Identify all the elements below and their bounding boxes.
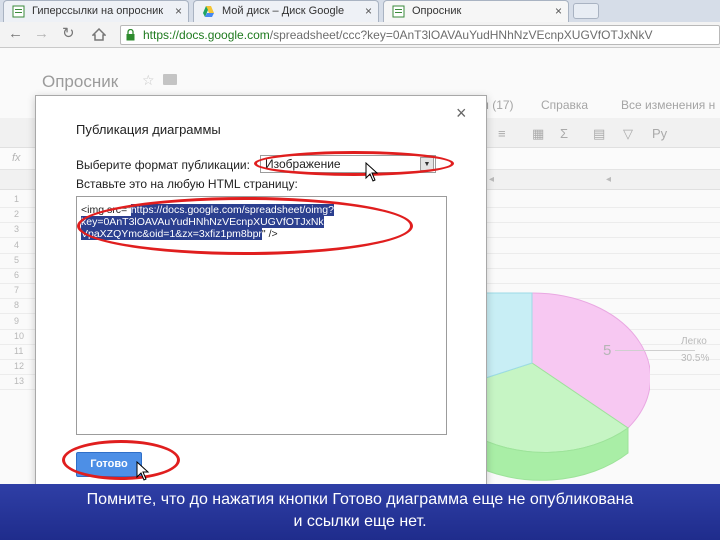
- border-icon[interactable]: ▦: [532, 126, 544, 142]
- legend-line: [615, 350, 695, 351]
- legend-name: Легко: [681, 336, 707, 347]
- row-number[interactable]: 7: [0, 285, 30, 295]
- legend-percent: 30.5%: [681, 353, 710, 364]
- drive-icon: [203, 6, 214, 17]
- column-menu-icon[interactable]: ◂: [489, 174, 494, 185]
- annotation-oval-url: [77, 197, 413, 255]
- browser-toolbar: ← → ↻ https://docs.google.com/spreadshee…: [0, 22, 720, 48]
- folder-icon[interactable]: [163, 74, 177, 85]
- sheets-icon: [12, 5, 25, 18]
- mouse-cursor-icon: [365, 162, 379, 182]
- address-bar[interactable]: https://docs.google.com/spreadsheet/ccc?…: [120, 25, 720, 45]
- back-arrow-icon[interactable]: ←: [8, 26, 23, 42]
- dialog-title: Публикация диаграммы: [76, 122, 221, 137]
- chart-icon[interactable]: ▤: [593, 126, 605, 142]
- close-icon[interactable]: ×: [456, 104, 467, 122]
- row-number[interactable]: 13: [0, 376, 30, 386]
- document-title[interactable]: Опросник: [42, 72, 118, 92]
- sum-icon[interactable]: Σ: [560, 126, 568, 141]
- input-tools-button[interactable]: Ру: [652, 126, 667, 141]
- caption-banner: Помните, что до нажатия кнопки Готово ди…: [0, 484, 720, 540]
- fx-label: fx: [12, 152, 21, 164]
- caption-line-1: Помните, что до нажатия кнопки Готово ди…: [86, 491, 634, 508]
- pie-chart: [470, 292, 650, 481]
- row-number[interactable]: 4: [0, 240, 30, 250]
- embed-label: Вставьте это на любую HTML страницу:: [76, 177, 298, 191]
- star-icon[interactable]: ☆: [142, 72, 155, 89]
- pie-slice-label: 5: [603, 342, 612, 359]
- sheets-icon: [392, 5, 405, 18]
- caption-line-2: и ссылки еще нет.: [293, 513, 427, 530]
- row-number[interactable]: 12: [0, 361, 30, 371]
- close-icon[interactable]: ×: [555, 4, 562, 18]
- row-number[interactable]: 3: [0, 224, 30, 234]
- menu-item-all-changes[interactable]: Все изменения н: [621, 98, 715, 112]
- filter-icon[interactable]: ▽: [623, 126, 633, 142]
- browser-tab-strip: Гиперссылки на опросник × Мой диск – Дис…: [0, 0, 720, 22]
- row-number[interactable]: 11: [0, 346, 30, 356]
- annotation-oval-done: [62, 440, 180, 480]
- url-text: https://docs.google.com/spreadsheet/ccc?…: [143, 28, 718, 42]
- tab-google-drive[interactable]: Мой диск – Диск Google ×: [193, 0, 379, 22]
- row-number[interactable]: 8: [0, 300, 30, 310]
- row-number[interactable]: 10: [0, 331, 30, 341]
- row-number[interactable]: 1: [0, 194, 30, 204]
- row-number[interactable]: 9: [0, 316, 30, 326]
- lock-icon: [126, 29, 135, 41]
- mouse-cursor-icon: [136, 461, 150, 481]
- new-tab-button[interactable]: [573, 3, 599, 19]
- row-number[interactable]: 5: [0, 255, 30, 265]
- tab-survey[interactable]: Опросник ×: [383, 0, 569, 22]
- forward-arrow-icon[interactable]: →: [34, 26, 49, 42]
- menu-item-help[interactable]: Справка: [541, 98, 588, 112]
- close-icon[interactable]: ×: [365, 4, 372, 18]
- format-label: Выберите формат публикации:: [76, 158, 250, 172]
- tab-title: Опросник: [412, 5, 462, 17]
- url-host: https://docs.google.com: [143, 28, 270, 42]
- column-menu-icon[interactable]: ◂: [606, 174, 611, 185]
- close-icon[interactable]: ×: [175, 4, 182, 18]
- row-number[interactable]: 6: [0, 270, 30, 280]
- tab-hyperlinks[interactable]: Гиперссылки на опросник ×: [3, 0, 189, 22]
- tab-title: Гиперссылки на опросник: [32, 5, 164, 17]
- row-number[interactable]: 2: [0, 209, 30, 219]
- align-left-icon[interactable]: ≡: [498, 126, 506, 141]
- home-icon[interactable]: [92, 28, 106, 41]
- url-path: /spreadsheet/ccc?key=0AnT3lOAVAuYudHNhNz…: [269, 28, 653, 42]
- tab-title: Мой диск – Диск Google: [222, 5, 345, 17]
- reload-icon[interactable]: ↻: [62, 26, 75, 42]
- annotation-oval-format: [254, 151, 454, 176]
